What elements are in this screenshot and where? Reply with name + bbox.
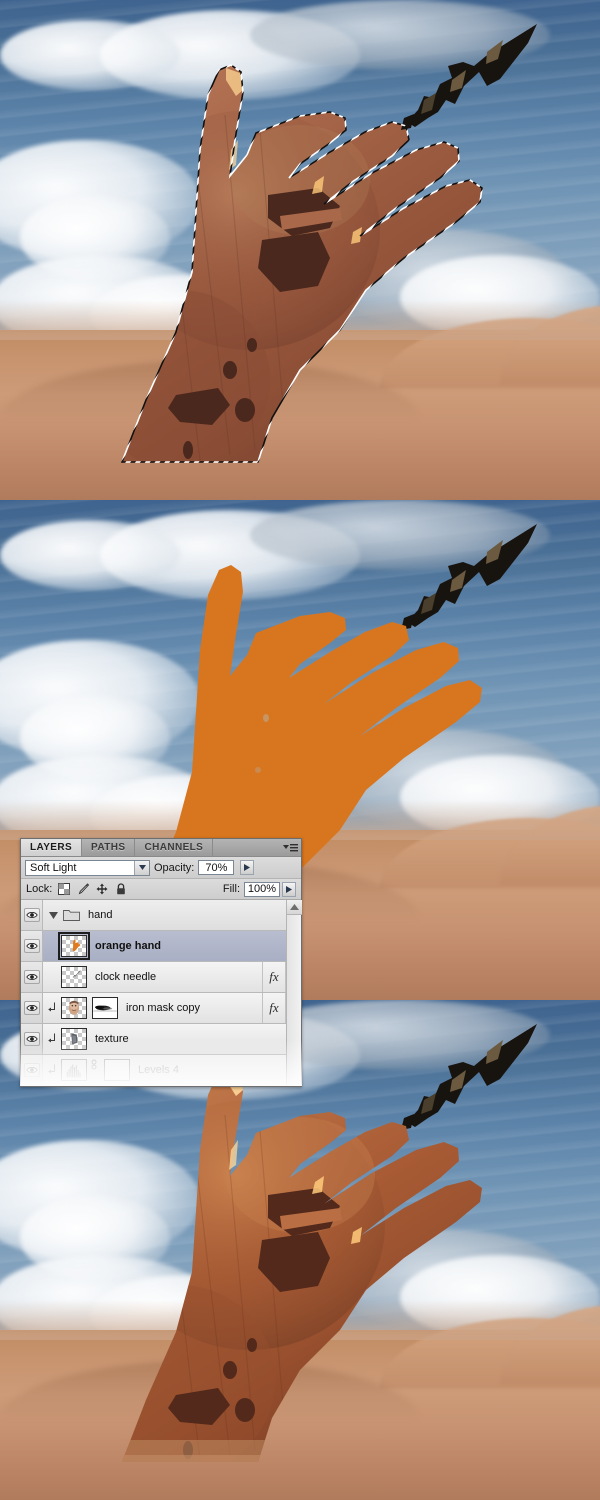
clock-needle-artwork [401, 524, 537, 630]
eye-icon [23, 1032, 40, 1046]
layer-list[interactable]: hand orange hand clock needle fx iron ma… [21, 900, 302, 1086]
lock-and-fill-row: Lock: Fill: 100% [21, 879, 301, 900]
layer-row-texture[interactable]: texture [21, 1024, 301, 1055]
blend-mode-value: Soft Light [30, 861, 77, 874]
layer-row-hand-group[interactable]: hand [21, 900, 301, 931]
visibility-toggle[interactable] [21, 1055, 43, 1085]
panel-menu-icon [282, 843, 298, 851]
layer-name: hand [88, 909, 113, 921]
clock-needle-artwork [401, 24, 537, 130]
lock-transparent-pixels-icon[interactable] [58, 883, 71, 895]
layer-thumbnail-clock-needle[interactable] [61, 966, 87, 988]
opacity-label: Opacity: [154, 861, 195, 874]
face-thumb-icon [68, 1000, 80, 1015]
lock-image-pixels-icon[interactable] [77, 883, 90, 895]
layer-style-fx-icon[interactable]: fx [263, 1000, 285, 1016]
scene-selection-active [0, 0, 600, 500]
layer-thumbnail-levels[interactable] [61, 1059, 87, 1081]
hand-artwork-selected [0, 0, 600, 500]
scroll-up-arrow-icon [290, 904, 299, 910]
tab-bar-filler [213, 839, 279, 856]
eye-icon [23, 1001, 40, 1015]
layer-row-clock-needle[interactable]: clock needle fx [21, 962, 301, 993]
layer-mask-thumbnail-iron-mask[interactable] [92, 997, 118, 1019]
layer-style-fx-icon[interactable]: fx [263, 969, 285, 985]
layer-name: iron mask copy [126, 1002, 200, 1014]
levels-histogram-icon [62, 1060, 86, 1080]
layer-name: texture [95, 1033, 129, 1045]
layer-name: orange hand [95, 940, 162, 952]
layer-list-scrollbar[interactable] [286, 900, 302, 1086]
opacity-slider-button[interactable] [240, 860, 255, 875]
eye-icon [23, 908, 40, 922]
visibility-toggle[interactable] [21, 962, 43, 992]
opacity-input[interactable]: 70% [198, 860, 235, 875]
visibility-toggle[interactable] [21, 993, 43, 1023]
layer-name: Levels 4 [138, 1064, 179, 1076]
lock-position-icon[interactable] [96, 883, 108, 895]
lock-all-icon[interactable] [115, 883, 127, 895]
tab-channels[interactable]: CHANNELS [135, 839, 214, 856]
panel-menu-button[interactable] [279, 839, 301, 856]
tab-layers[interactable]: LAYERS [21, 839, 83, 856]
blend-mode-select[interactable]: Soft Light [25, 859, 150, 876]
clipping-mask-arrow-icon [46, 1064, 58, 1077]
texture-thumb-icon [71, 1033, 78, 1045]
lock-label: Lock: [26, 883, 53, 895]
layer-name: clock needle [95, 971, 157, 983]
layer-row-iron-mask-copy[interactable]: iron mask copy fx [21, 993, 301, 1024]
fill-label: Fill: [222, 883, 240, 895]
clock-needle-artwork [401, 1024, 537, 1130]
visibility-toggle[interactable] [21, 931, 43, 961]
folder-icon [63, 908, 80, 922]
clipping-mask-arrow-icon [46, 1002, 58, 1015]
eye-icon [23, 1063, 40, 1077]
panel-tab-bar: LAYERS PATHS CHANNELS [21, 839, 301, 857]
layers-panel[interactable]: LAYERS PATHS CHANNELS Soft Light Opacity… [20, 838, 302, 1087]
visibility-toggle[interactable] [21, 900, 43, 930]
tab-paths[interactable]: PATHS [82, 839, 136, 856]
layer-row-levels-4[interactable]: Levels 4 [21, 1055, 301, 1086]
adjustment-link-icon [90, 1059, 100, 1081]
visibility-toggle[interactable] [21, 1024, 43, 1054]
layer-mask-thumbnail-levels[interactable] [104, 1059, 130, 1081]
layer-mask-thumb-icon [93, 998, 117, 1018]
chevron-down-icon[interactable] [134, 860, 149, 875]
group-disclosure-triangle-icon[interactable] [46, 911, 60, 919]
eye-icon [23, 970, 40, 984]
layer-thumbnail-texture[interactable] [61, 1028, 87, 1050]
fill-input[interactable]: 100% [244, 881, 280, 897]
tab-channels-label: CHANNELS [144, 842, 204, 853]
blend-and-opacity-row: Soft Light Opacity: 70% [21, 857, 301, 879]
scroll-up-button[interactable] [287, 900, 302, 915]
layer-thumbnail-iron-mask[interactable] [61, 997, 87, 1019]
tab-paths-label: PATHS [91, 842, 126, 853]
orange-hand-thumb-icon [72, 939, 81, 952]
clock-needle-thumb-icon [72, 970, 81, 978]
eye-icon [23, 939, 40, 953]
clipping-mask-arrow-icon [46, 1033, 58, 1046]
layer-thumbnail-orange-hand[interactable] [58, 932, 90, 960]
tab-layers-label: LAYERS [30, 842, 73, 853]
link-icon [91, 1059, 97, 1070]
fill-slider-button[interactable] [282, 881, 296, 897]
layer-row-orange-hand[interactable]: orange hand [21, 931, 301, 962]
tutorial-image-strip: LAYERS PATHS CHANNELS Soft Light Opacity… [0, 0, 600, 1500]
